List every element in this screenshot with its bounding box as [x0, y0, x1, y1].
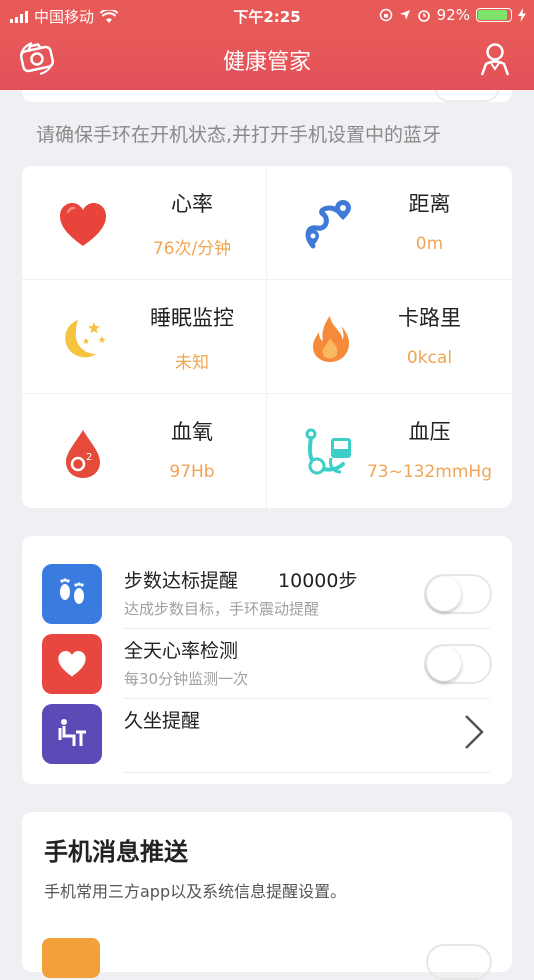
- setting-title: 全天心率检测: [124, 640, 239, 662]
- metric-label: 血压: [408, 420, 451, 444]
- status-bar: 中国移动 下午2:25 92%: [0, 0, 534, 30]
- reminder-settings-card: 步数达标提醒 10000步 达成步数目标，手环震动提醒 全天心率检测 每30分钟监…: [22, 536, 512, 784]
- location-icon: [399, 10, 410, 20]
- section-description: 手机常用三方app以及系统信息提醒设置。: [44, 882, 347, 901]
- orientation-lock-icon: [379, 8, 392, 22]
- battery-icon: [476, 8, 512, 22]
- metric-value: 0m: [415, 234, 444, 254]
- toggle-switch[interactable]: [434, 90, 500, 102]
- setting-step-goal-reminder[interactable]: 步数达标提醒 10000步 达成步数目标，手环震动提醒: [22, 536, 512, 629]
- heart-icon: [60, 203, 106, 246]
- message-push-card: 手机消息推送 手机常用三方app以及系统信息提醒设置。: [22, 812, 512, 980]
- page-title: 健康管家: [222, 50, 311, 75]
- sitting-icon: [42, 704, 102, 764]
- metric-label: 距离: [408, 192, 451, 216]
- metric-label: 心率: [171, 192, 213, 216]
- nav-bar: 健康管家: [0, 30, 534, 90]
- metric-sleep[interactable]: 睡眠监控 未知: [22, 280, 267, 394]
- metric-distance[interactable]: 距离 0m: [267, 166, 512, 280]
- metric-label: 卡路里: [398, 306, 461, 330]
- moon-stars-icon: [65, 320, 106, 358]
- metric-value: 73~132mmHg: [366, 462, 493, 482]
- app-icon: [42, 938, 100, 978]
- setting-title: 步数达标提醒 10000步: [124, 570, 358, 592]
- chevron-right-icon[interactable]: [462, 712, 486, 752]
- metric-blood-pressure[interactable]: 血压 73~132mmHg: [267, 394, 512, 508]
- health-metrics-card: 心率 76次/分钟 距离 0m 睡眠监控 未知 卡路里 0kcal 2 血氧 9…: [22, 166, 512, 508]
- blood-drop-o2-icon: 2: [66, 430, 100, 478]
- setting-all-day-heart-rate[interactable]: 全天心率检测 每30分钟监测一次: [22, 606, 512, 699]
- metric-value: 76次/分钟: [152, 239, 232, 259]
- step-goal-value: 10000步: [278, 570, 358, 592]
- metric-label: 睡眠监控: [150, 306, 234, 330]
- setting-sedentary-reminder[interactable]: 久坐提醒: [22, 676, 512, 773]
- bluetooth-hint: 请确保手环在开机状态,并打开手机设置中的蓝牙: [36, 124, 442, 146]
- metric-blood-oxygen[interactable]: 2 血氧 97Hb: [22, 394, 267, 508]
- metric-heart-rate[interactable]: 心率 76次/分钟: [22, 166, 267, 280]
- section-title: 手机消息推送: [44, 838, 188, 866]
- metric-value: 97Hb: [169, 462, 215, 482]
- svg-text:2: 2: [86, 452, 92, 463]
- metric-value: 未知: [175, 353, 209, 373]
- metric-value: 0kcal: [406, 348, 453, 368]
- row-divider: [124, 772, 490, 773]
- metric-calories[interactable]: 卡路里 0kcal: [267, 280, 512, 394]
- battery-percent: 92%: [436, 6, 470, 24]
- user-icon[interactable]: [480, 42, 510, 76]
- charging-icon: [518, 8, 526, 22]
- alarm-icon: [417, 10, 430, 22]
- previous-card-peek: [22, 90, 512, 102]
- toggle-switch[interactable]: [426, 944, 492, 980]
- metric-label: 血氧: [171, 420, 213, 444]
- setting-title: 久坐提醒: [124, 710, 201, 732]
